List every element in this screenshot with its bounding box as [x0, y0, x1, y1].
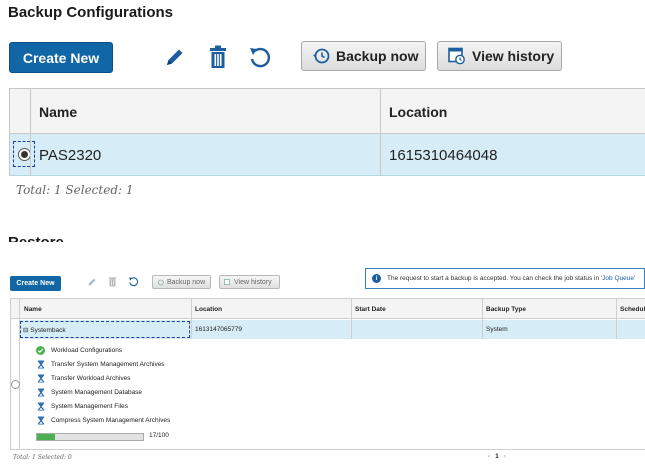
- column-header-location[interactable]: Location: [191, 299, 351, 319]
- delete-icon[interactable]: [206, 43, 230, 71]
- cell-name[interactable]: ⊟ Systemback: [19, 320, 190, 339]
- table-summary: Total: 1 Selected: 0: [13, 454, 72, 461]
- hourglass-icon: [36, 374, 45, 383]
- column-header-schedule[interactable]: Schedule: [616, 299, 645, 319]
- table-row[interactable]: ⊟ Systemback 1613147065779 System: [19, 320, 645, 339]
- table-header: Name Location Start Date Backup Type Sch…: [11, 299, 645, 319]
- table-summary: Total: 1 Selected: 1: [16, 183, 134, 197]
- backup-now-button[interactable]: Backup now: [301, 41, 426, 71]
- undo-icon[interactable]: [127, 275, 140, 288]
- view-history-icon: [448, 47, 466, 65]
- edit-icon[interactable]: [86, 276, 98, 288]
- cell-name: PAS2320: [39, 146, 102, 164]
- prev-page-button[interactable]: ‹: [488, 453, 490, 460]
- hourglass-icon: [36, 388, 45, 397]
- step-item: System Management Database: [36, 388, 142, 397]
- job-queue-link[interactable]: Job Queue: [602, 275, 634, 282]
- row-radio[interactable]: [11, 380, 20, 389]
- info-icon: i: [372, 274, 381, 283]
- backup-now-label: Backup now: [167, 278, 206, 286]
- column-header-name[interactable]: Name: [20, 299, 191, 319]
- backup-now-label: Backup now: [336, 48, 419, 64]
- pagination: ‹ 1 ›: [488, 453, 506, 460]
- step-item: Transfer System Management Archives: [36, 360, 165, 369]
- cell-location: 1615310464048: [389, 146, 498, 164]
- backup-now-button-small[interactable]: Backup now: [152, 275, 211, 289]
- backup-now-icon: [157, 279, 164, 286]
- cell-backup-type: System: [486, 326, 508, 333]
- table-row[interactable]: PAS2320 1615310464048: [10, 134, 645, 176]
- job-progress-text: 17/100: [149, 432, 169, 439]
- view-history-icon: [224, 278, 231, 286]
- delete-icon[interactable]: [106, 275, 118, 288]
- notice-text: The request to start a backup is accepte…: [387, 275, 603, 282]
- job-progress-bar: [36, 433, 144, 441]
- backup-config-table: Name Location PAS2320 1615310464048: [9, 88, 645, 176]
- next-page-button[interactable]: ›: [504, 453, 506, 460]
- view-history-button-small[interactable]: View history: [219, 275, 280, 289]
- column-header-backup-type[interactable]: Backup Type: [482, 299, 616, 319]
- column-header-location[interactable]: Location: [381, 89, 645, 134]
- step-item: Compress System Management Archives: [36, 416, 170, 425]
- column-header-name[interactable]: Name: [31, 89, 381, 134]
- view-history-label: View history: [234, 278, 272, 286]
- cell-start-date: [351, 320, 482, 339]
- current-page[interactable]: 1: [495, 453, 499, 460]
- check-circle-icon: [36, 346, 45, 355]
- hourglass-icon: [36, 360, 45, 369]
- create-new-button[interactable]: Create New: [9, 42, 113, 73]
- restore-heading: Restore: [8, 230, 128, 242]
- undo-icon[interactable]: [246, 43, 274, 71]
- notification-banner: i The request to start a backup is accep…: [365, 268, 645, 289]
- step-item: Transfer Workload Archives: [36, 374, 130, 383]
- step-item: System Management Files: [36, 402, 128, 411]
- column-header-start-date[interactable]: Start Date: [351, 299, 482, 319]
- hourglass-icon: [36, 416, 45, 425]
- step-item: Workload Configurations: [36, 346, 122, 355]
- page-title: Backup Configurations: [8, 4, 174, 21]
- table-header: Name Location: [10, 89, 645, 134]
- edit-icon[interactable]: [162, 44, 188, 70]
- create-new-button-small[interactable]: Create New: [10, 276, 61, 291]
- cell-location: 1613147065779: [195, 326, 242, 333]
- hourglass-icon: [36, 402, 45, 411]
- view-history-button[interactable]: View history: [437, 41, 562, 71]
- backup-now-icon: [312, 47, 330, 65]
- view-history-label: View history: [472, 48, 555, 64]
